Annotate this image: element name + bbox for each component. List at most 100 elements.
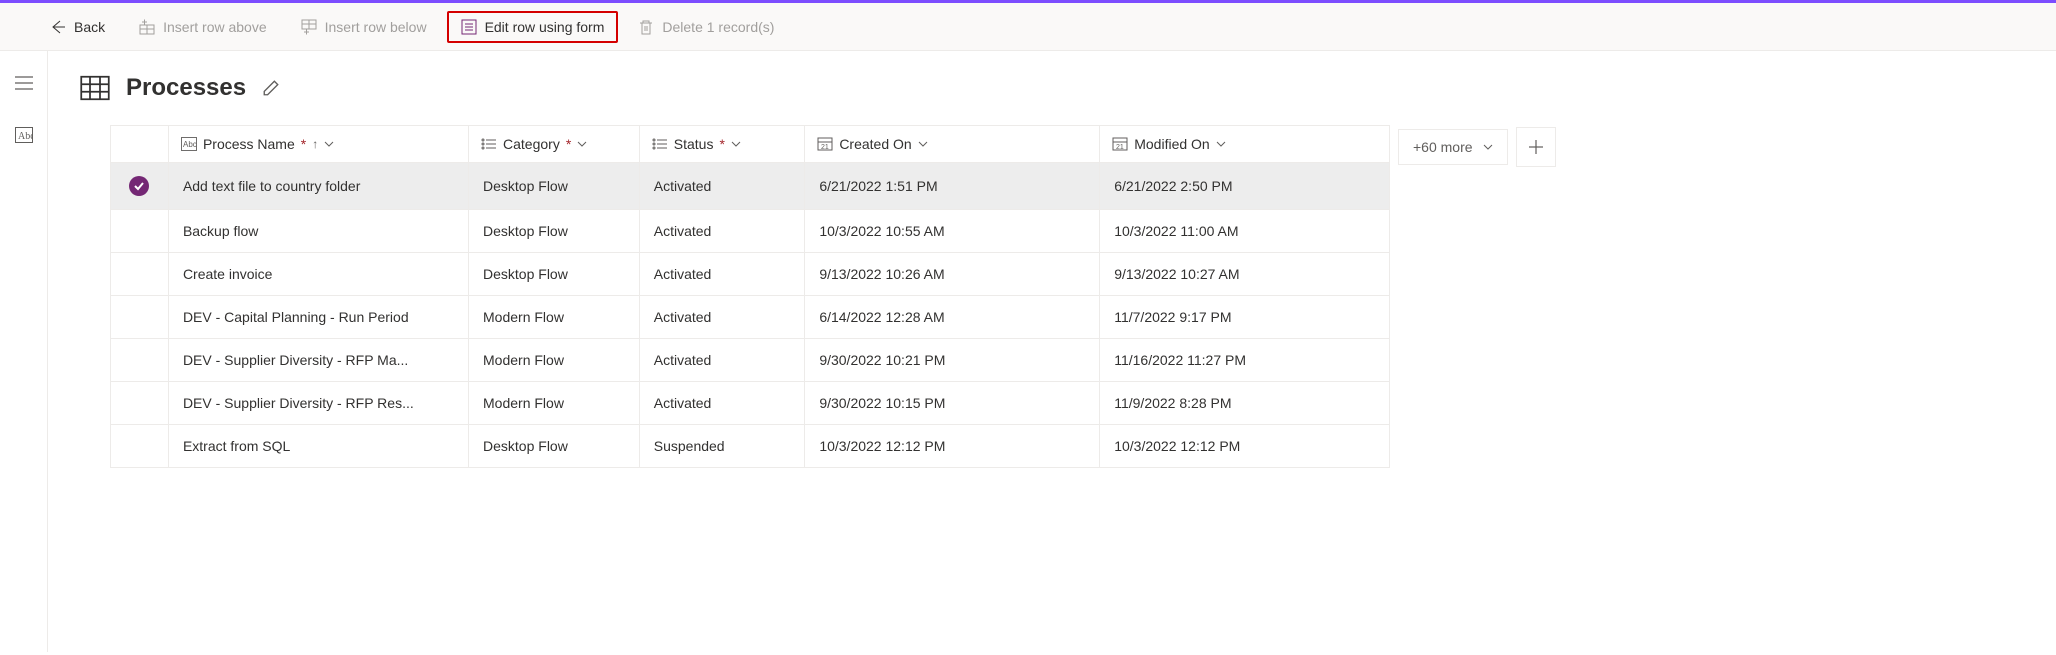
data-grid: Abc Process Name * ↑ Category *	[110, 125, 1390, 468]
col-header-created[interactable]: 21 Created On	[805, 126, 1100, 163]
cell-modified[interactable]: 11/7/2022 9:17 PM	[1100, 296, 1390, 339]
page-header: Processes	[80, 73, 2024, 103]
cell-name[interactable]: DEV - Capital Planning - Run Period	[168, 296, 468, 339]
cell-category[interactable]: Desktop Flow	[469, 163, 640, 210]
cell-modified[interactable]: 6/21/2022 2:50 PM	[1100, 163, 1390, 210]
back-label: Back	[74, 19, 105, 35]
cell-created[interactable]: 10/3/2022 10:55 AM	[805, 210, 1100, 253]
text-type-icon: Abc	[181, 137, 197, 151]
cell-status[interactable]: Suspended	[639, 425, 805, 468]
cell-name[interactable]: Create invoice	[168, 253, 468, 296]
cell-created[interactable]: 9/30/2022 10:21 PM	[805, 339, 1100, 382]
toolbar: Back Insert row above Insert row below E…	[0, 3, 2056, 51]
cell-status[interactable]: Activated	[639, 253, 805, 296]
cell-category[interactable]: Modern Flow	[469, 296, 640, 339]
table-row[interactable]: Extract from SQLDesktop FlowSuspended10/…	[111, 425, 1390, 468]
table-row[interactable]: DEV - Supplier Diversity - RFP Res...Mod…	[111, 382, 1390, 425]
delete-label: Delete 1 record(s)	[662, 19, 774, 35]
cell-modified[interactable]: 11/16/2022 11:27 PM	[1100, 339, 1390, 382]
cell-name[interactable]: Add text file to country folder	[168, 163, 468, 210]
cell-category[interactable]: Desktop Flow	[469, 253, 640, 296]
cell-category[interactable]: Desktop Flow	[469, 425, 640, 468]
cell-category[interactable]: Modern Flow	[469, 382, 640, 425]
col-header-category[interactable]: Category *	[469, 126, 640, 163]
cell-name[interactable]: Extract from SQL	[168, 425, 468, 468]
form-icon	[461, 19, 477, 35]
cell-created[interactable]: 6/14/2022 12:28 AM	[805, 296, 1100, 339]
chevron-down-icon	[1216, 139, 1226, 149]
content: Processes Abc Process Name * ↑	[48, 51, 2056, 652]
trash-icon	[638, 19, 654, 35]
cell-category[interactable]: Desktop Flow	[469, 210, 640, 253]
svg-text:Abc: Abc	[18, 131, 33, 142]
select-all-header[interactable]	[111, 126, 169, 163]
col-created-label: Created On	[839, 136, 911, 152]
col-name-label: Process Name	[203, 136, 295, 152]
row-select-cell[interactable]	[111, 253, 169, 296]
table-row[interactable]: DEV - Supplier Diversity - RFP Ma...Mode…	[111, 339, 1390, 382]
svg-text:21: 21	[821, 144, 829, 151]
row-select-cell[interactable]	[111, 210, 169, 253]
table-row[interactable]: DEV - Capital Planning - Run PeriodModer…	[111, 296, 1390, 339]
row-select-cell[interactable]	[111, 382, 169, 425]
cell-name[interactable]: DEV - Supplier Diversity - RFP Res...	[168, 382, 468, 425]
required-star: *	[566, 136, 571, 152]
left-rail: Abc	[0, 51, 48, 652]
insert-row-below-icon	[301, 19, 317, 35]
more-columns-button[interactable]: +60 more	[1398, 129, 1508, 165]
delete-records-button[interactable]: Delete 1 record(s)	[624, 11, 788, 43]
svg-text:Abc: Abc	[183, 140, 197, 149]
sort-asc-icon: ↑	[312, 137, 318, 151]
table-row[interactable]: Create invoiceDesktop FlowActivated9/13/…	[111, 253, 1390, 296]
row-select-cell[interactable]	[111, 163, 169, 210]
svg-text:21: 21	[1116, 144, 1124, 151]
required-star: *	[301, 136, 306, 152]
cell-modified[interactable]: 11/9/2022 8:28 PM	[1100, 382, 1390, 425]
optionset-type-icon	[652, 137, 668, 151]
add-column-button[interactable]	[1516, 127, 1556, 167]
cell-status[interactable]: Activated	[639, 382, 805, 425]
cell-category[interactable]: Modern Flow	[469, 339, 640, 382]
cell-name[interactable]: DEV - Supplier Diversity - RFP Ma...	[168, 339, 468, 382]
row-select-cell[interactable]	[111, 339, 169, 382]
cell-status[interactable]: Activated	[639, 339, 805, 382]
insert-row-above-button[interactable]: Insert row above	[125, 11, 281, 43]
row-select-cell[interactable]	[111, 296, 169, 339]
cell-status[interactable]: Activated	[639, 163, 805, 210]
column-extras: +60 more	[1398, 125, 1556, 169]
text-tool-button[interactable]: Abc	[8, 119, 40, 151]
cell-created[interactable]: 10/3/2022 12:12 PM	[805, 425, 1100, 468]
cell-created[interactable]: 6/21/2022 1:51 PM	[805, 163, 1100, 210]
table-row[interactable]: Backup flowDesktop FlowActivated10/3/202…	[111, 210, 1390, 253]
cell-name[interactable]: Backup flow	[168, 210, 468, 253]
chevron-down-icon	[918, 139, 928, 149]
cell-modified[interactable]: 10/3/2022 12:12 PM	[1100, 425, 1390, 468]
nav-menu-button[interactable]	[8, 67, 40, 99]
cell-modified[interactable]: 10/3/2022 11:00 AM	[1100, 210, 1390, 253]
col-status-label: Status	[674, 136, 714, 152]
insert-row-below-button[interactable]: Insert row below	[287, 11, 441, 43]
col-category-label: Category	[503, 136, 560, 152]
pencil-icon	[262, 79, 280, 97]
arrow-left-icon	[50, 19, 66, 35]
col-header-status[interactable]: Status*	[639, 126, 805, 163]
back-button[interactable]: Back	[36, 11, 119, 43]
text-box-icon: Abc	[15, 127, 33, 143]
edit-row-form-button[interactable]: Edit row using form	[447, 11, 619, 43]
row-select-cell[interactable]	[111, 425, 169, 468]
date-type-icon: 21	[1112, 137, 1128, 151]
table-row[interactable]: Add text file to country folderDesktop F…	[111, 163, 1390, 210]
col-header-name[interactable]: Abc Process Name * ↑	[168, 126, 468, 163]
cell-modified[interactable]: 9/13/2022 10:27 AM	[1100, 253, 1390, 296]
cell-created[interactable]: 9/30/2022 10:15 PM	[805, 382, 1100, 425]
col-header-modified[interactable]: 21 Modified On	[1100, 126, 1390, 163]
insert-above-label: Insert row above	[163, 19, 267, 35]
cell-status[interactable]: Activated	[639, 210, 805, 253]
edit-form-label: Edit row using form	[485, 19, 605, 35]
checkmark-icon	[129, 176, 149, 196]
cell-status[interactable]: Activated	[639, 296, 805, 339]
page-title: Processes	[126, 74, 246, 102]
cell-created[interactable]: 9/13/2022 10:26 AM	[805, 253, 1100, 296]
chevron-down-icon	[324, 139, 334, 149]
edit-title-button[interactable]	[262, 79, 280, 97]
